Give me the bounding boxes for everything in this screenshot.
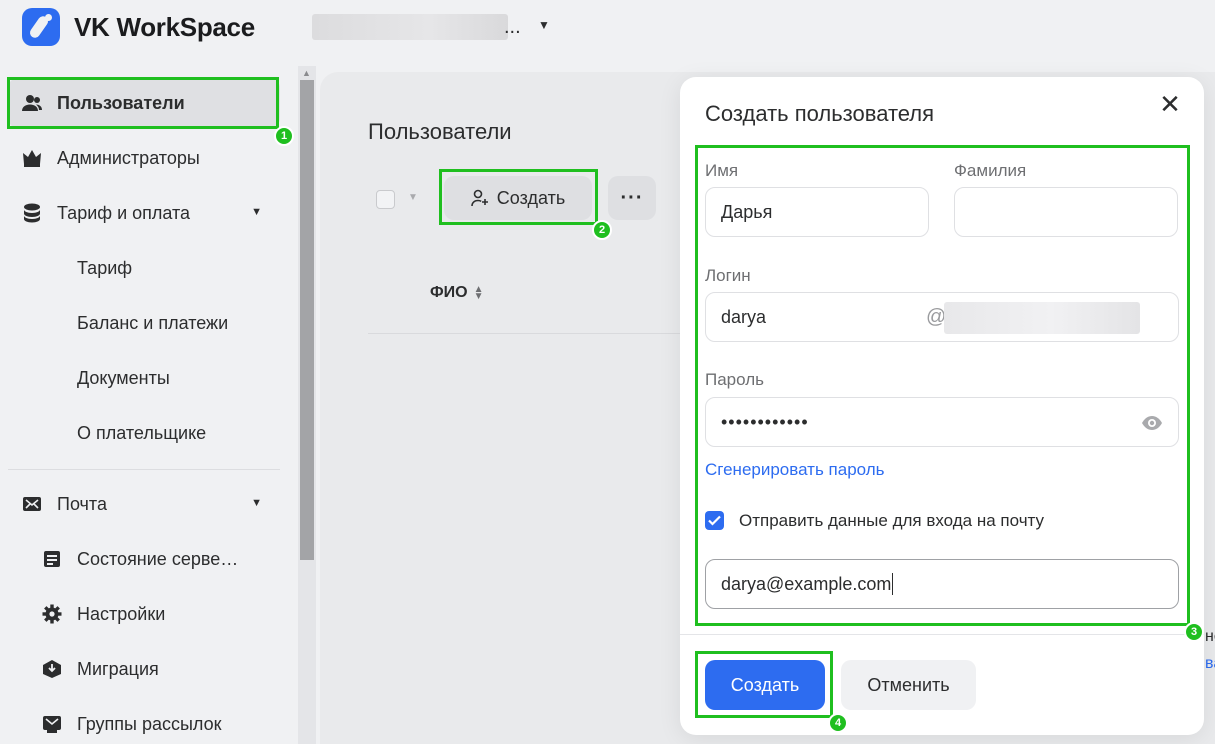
page-title: Пользователи [368,119,512,144]
select-dropdown-chevron-icon[interactable]: ▼ [408,192,418,203]
step-badge-2: 2 [592,220,612,240]
sidebar-item-users[interactable]: Пользователи [8,78,280,128]
vk-workspace-logo-icon[interactable] [22,8,60,46]
domain-selector[interactable]: ... ▼ [312,14,552,40]
database-icon [22,203,42,223]
gear-icon [42,604,62,624]
sidebar-item-label: Пользователи [57,92,185,113]
create-button-label: Создать [496,187,566,208]
first-name-label: Имя [705,161,739,180]
sidebar-item-migration[interactable]: Миграция [8,644,280,694]
email-field[interactable]: darya@example.com [705,559,1179,609]
sidebar-item-label: Группы рассылок [77,713,222,734]
checkmark-icon [708,515,721,526]
last-name-label: Фамилия [954,161,1027,180]
login-label: Логин [705,266,751,285]
step-badge-3: 3 [1184,622,1204,642]
sidebar-item-tariff[interactable]: Тариф [8,243,280,293]
create-user-button[interactable]: Создать [444,176,592,220]
sidebar-item-label: Почта [57,493,107,514]
email-value: darya@example.com [721,573,892,594]
submit-create-button[interactable]: Создать [705,660,825,710]
sidebar-item-label: Тариф и оплата [57,202,191,223]
sort-icon: ▲ ▼ [473,284,484,302]
select-all-checkbox[interactable] [376,190,395,209]
create-user-modal: Создать пользователя ✕ Имя Дарья Фамилия… [680,77,1204,735]
more-actions-button[interactable]: ··· [608,176,656,220]
sidebar-item-documents[interactable]: Документы [8,353,280,403]
crown-icon [22,148,42,168]
sidebar-item-label: Администраторы [57,147,200,168]
sidebar-item-label: О плательщике [77,422,207,443]
modal-title: Создать пользователя [705,101,935,126]
sidebar-item-mail[interactable]: Почта ▼ [8,479,280,529]
chevron-down-icon: ▼ [538,18,550,32]
cancel-button[interactable]: Отменить [841,660,976,710]
password-field[interactable]: •••••••••••• [705,397,1179,447]
app-header: VK WorkSpace ... ▼ [0,0,1215,56]
sidebar-item-settings[interactable]: Настройки [8,589,280,639]
sidebar-item-server-status[interactable]: Состояние серве… [8,534,280,584]
send-credentials-label: Отправить данные для входа на почту [739,511,1045,530]
sidebar-item-admins[interactable]: Администраторы [8,133,280,183]
column-header-label: ФИО [430,284,468,301]
chevron-down-icon: ▼ [251,497,262,509]
sidebar: Пользователи Администраторы Тариф и опла… [0,72,296,744]
sidebar-item-label: Состояние серве… [77,548,239,569]
sidebar-item-label: Баланс и платежи [77,312,229,333]
brand-name: VK WorkSpace [74,12,255,42]
server-status-icon [42,549,62,569]
password-label: Пароль [705,370,764,389]
sidebar-item-tariff-payment[interactable]: Тариф и оплата ▼ [8,188,280,238]
eye-icon[interactable] [1141,412,1163,434]
chevron-down-icon: ▼ [251,206,262,218]
sidebar-item-mailing-groups[interactable]: Группы рассылок [8,699,280,744]
mailing-groups-icon [42,714,62,734]
users-icon [22,93,42,113]
partial-text: не [1205,628,1215,645]
column-header-fio[interactable]: ФИО ▲ ▼ [430,284,484,302]
scroll-up-arrow-icon[interactable]: ▲ [302,68,311,78]
first-name-field[interactable]: Дарья [705,187,929,237]
mail-icon [22,494,42,514]
login-domain-redacted [944,302,1140,334]
add-user-icon [470,189,488,207]
step-badge-1: 1 [274,126,294,146]
sidebar-item-label: Настройки [77,603,166,624]
scrollbar-thumb[interactable] [300,80,314,560]
send-credentials-checkbox[interactable] [705,511,724,530]
close-icon[interactable]: ✕ [1158,91,1182,117]
domain-ellipsis: ... [504,16,521,38]
partial-link[interactable]: ва [1205,655,1215,673]
modal-footer-divider [680,634,1204,635]
sidebar-scrollbar[interactable]: ▲ [298,66,316,744]
sidebar-item-balance[interactable]: Баланс и платежи [8,298,280,348]
sidebar-divider [8,469,280,470]
generate-password-link[interactable]: Сгенерировать пароль [705,460,885,480]
sidebar-item-label: Миграция [77,658,159,679]
sidebar-item-label: Документы [77,367,170,388]
migration-icon [42,659,62,679]
table-header-divider [368,333,688,334]
text-cursor [892,573,894,595]
last-name-field[interactable] [954,187,1178,237]
sidebar-item-label: Тариф [77,257,133,278]
step-badge-4: 4 [828,713,848,733]
sidebar-item-payer[interactable]: О плательщике [8,408,280,458]
domain-name-redacted [312,14,508,40]
